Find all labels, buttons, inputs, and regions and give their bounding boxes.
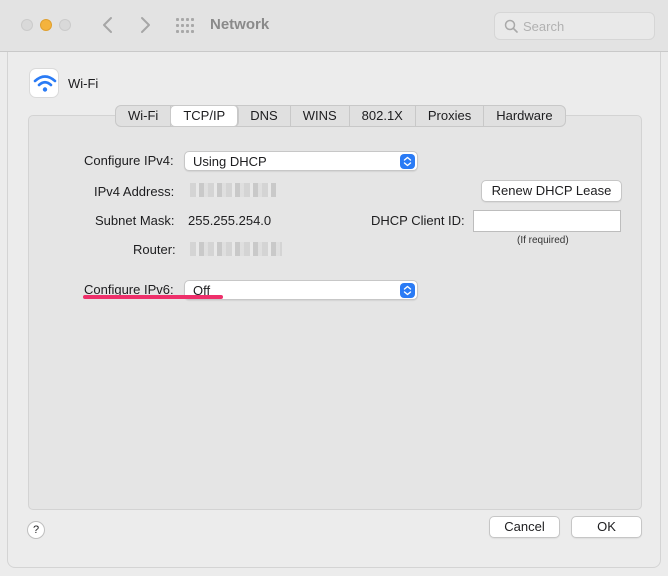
chevron-right-icon[interactable] bbox=[133, 13, 157, 37]
renew-dhcp-lease-button[interactable]: Renew DHCP Lease bbox=[481, 180, 622, 202]
configure-ipv4-value: Using DHCP bbox=[193, 154, 267, 169]
tab-tcpip[interactable]: TCP/IP bbox=[171, 106, 239, 126]
advanced-settings-sheet: Wi-Fi Wi-Fi TCP/IP DNS WINS 802.1X Proxi… bbox=[7, 52, 661, 568]
chevron-left-icon[interactable] bbox=[96, 13, 120, 37]
search-icon bbox=[504, 19, 518, 33]
search-field[interactable] bbox=[494, 12, 655, 40]
chevron-up-down-icon bbox=[400, 283, 415, 298]
tab-dns[interactable]: DNS bbox=[238, 106, 291, 126]
ok-button[interactable]: OK bbox=[571, 516, 642, 538]
configure-ipv4-popup[interactable]: Using DHCP bbox=[184, 151, 418, 171]
subnet-mask-label: Subnet Mask: bbox=[95, 213, 175, 228]
tab-bar: Wi-Fi TCP/IP DNS WINS 802.1X Proxies Har… bbox=[115, 105, 566, 127]
tab-wins[interactable]: WINS bbox=[291, 106, 350, 126]
dhcp-client-id-label: DHCP Client ID: bbox=[371, 213, 465, 228]
dhcp-client-id-field[interactable] bbox=[473, 210, 621, 232]
dhcp-client-id-hint: (If required) bbox=[517, 235, 569, 246]
tab-hardware[interactable]: Hardware bbox=[484, 106, 564, 126]
help-button[interactable]: ? bbox=[27, 521, 45, 539]
configure-ipv4-label: Configure IPv4: bbox=[84, 153, 174, 168]
tab-wifi[interactable]: Wi-Fi bbox=[116, 106, 172, 126]
window-title: Network bbox=[210, 16, 270, 33]
chevron-up-down-icon bbox=[400, 154, 415, 169]
router-redacted bbox=[190, 242, 282, 256]
router-label: Router: bbox=[133, 242, 176, 257]
cancel-button[interactable]: Cancel bbox=[489, 516, 560, 538]
search-input[interactable] bbox=[523, 16, 648, 36]
annotation-underline bbox=[83, 295, 223, 299]
close-window-button[interactable] bbox=[21, 19, 33, 31]
grid-icon[interactable] bbox=[176, 18, 194, 34]
toolbar: Network bbox=[0, 0, 668, 52]
tab-8021x[interactable]: 802.1X bbox=[350, 106, 416, 126]
network-window: Network Wi-Fi Wi-Fi TCP/IP DNS WINS 802.… bbox=[0, 0, 668, 576]
service-name: Wi-Fi bbox=[68, 76, 99, 91]
subnet-mask-value: 255.255.254.0 bbox=[188, 213, 272, 228]
tab-proxies[interactable]: Proxies bbox=[416, 106, 485, 126]
zoom-window-button[interactable] bbox=[59, 19, 71, 31]
minimize-window-button[interactable] bbox=[40, 19, 52, 31]
tcpip-panel bbox=[28, 115, 642, 510]
ipv4-address-redacted bbox=[190, 183, 276, 197]
wifi-icon bbox=[29, 68, 59, 98]
ipv4-address-label: IPv4 Address: bbox=[94, 184, 175, 199]
